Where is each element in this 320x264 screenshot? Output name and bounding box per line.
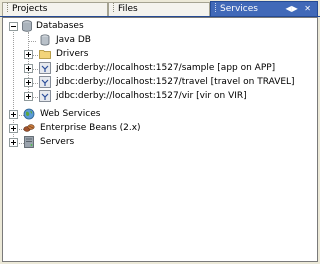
tab-bar: Projects Files Services ◀▶ ✕ <box>0 0 320 17</box>
expand-icon[interactable] <box>24 78 33 87</box>
tab-services[interactable]: Services ◀▶ ✕ <box>210 1 318 17</box>
tree-node-java-db[interactable]: Java DB <box>3 33 317 47</box>
tree-node-drivers[interactable]: Drivers <box>3 47 317 61</box>
expand-icon[interactable] <box>24 50 33 59</box>
tab-grip <box>7 3 10 12</box>
expand-icon[interactable] <box>24 92 33 101</box>
tree-node-java-db-label: Java DB <box>56 35 91 45</box>
tree-node-web-services-label: Web Services <box>40 109 101 119</box>
tree-node-servers-label: Servers <box>40 137 75 147</box>
expand-icon[interactable] <box>24 64 33 73</box>
services-tree-panel[interactable]: Databases Java DB Drivers jdbc:derby://l… <box>2 17 318 262</box>
connection-icon <box>39 62 51 74</box>
tree-node-connection-sample[interactable]: jdbc:derby://localhost:1527/sample [app … <box>3 61 317 75</box>
connection-icon <box>39 90 51 102</box>
tab-files[interactable]: Files <box>108 2 210 16</box>
tree-node-connection-vir[interactable]: jdbc:derby://localhost:1527/vir [vir on … <box>3 89 317 103</box>
close-window-button[interactable]: ✕ <box>304 4 311 13</box>
tab-projects-label: Projects <box>12 4 48 14</box>
globe-icon <box>23 108 35 120</box>
tab-services-label: Services <box>220 4 258 14</box>
tree-node-connection-travel-label: jdbc:derby://localhost:1527/travel [trav… <box>56 77 295 87</box>
tree-node-web-services[interactable]: Web Services <box>3 107 317 121</box>
tab-files-label: Files <box>118 4 138 14</box>
expand-icon[interactable] <box>9 110 18 119</box>
database-icon <box>22 20 32 32</box>
server-icon <box>24 136 34 148</box>
tree-node-enterprise-beans-label: Enterprise Beans (2.x) <box>40 123 141 133</box>
tree-node-servers[interactable]: Servers <box>3 135 317 149</box>
tree-node-drivers-label: Drivers <box>56 49 89 59</box>
tree-node-enterprise-beans[interactable]: Enterprise Beans (2.x) <box>3 121 317 135</box>
tab-projects[interactable]: Projects <box>2 2 108 16</box>
tree-node-connection-travel[interactable]: jdbc:derby://localhost:1527/travel [trav… <box>3 75 317 89</box>
tab-grip <box>215 3 218 12</box>
folder-icon <box>39 50 51 59</box>
tab-controls: ◀▶ ✕ <box>281 2 311 16</box>
tree-node-connection-sample-label: jdbc:derby://localhost:1527/sample [app … <box>56 63 276 73</box>
tab-grip <box>113 3 116 12</box>
java-db-icon <box>40 34 50 46</box>
beans-icon <box>23 124 35 132</box>
collapse-icon[interactable] <box>9 22 18 31</box>
tree-node-databases-label: Databases <box>36 21 84 31</box>
expand-icon[interactable] <box>9 124 18 133</box>
tree-node-databases[interactable]: Databases <box>3 19 317 33</box>
minimize-window-button[interactable]: ◀▶ <box>285 4 297 13</box>
expand-icon[interactable] <box>9 138 18 147</box>
tree-node-connection-vir-label: jdbc:derby://localhost:1527/vir [vir on … <box>56 91 247 101</box>
connection-icon <box>39 76 51 88</box>
